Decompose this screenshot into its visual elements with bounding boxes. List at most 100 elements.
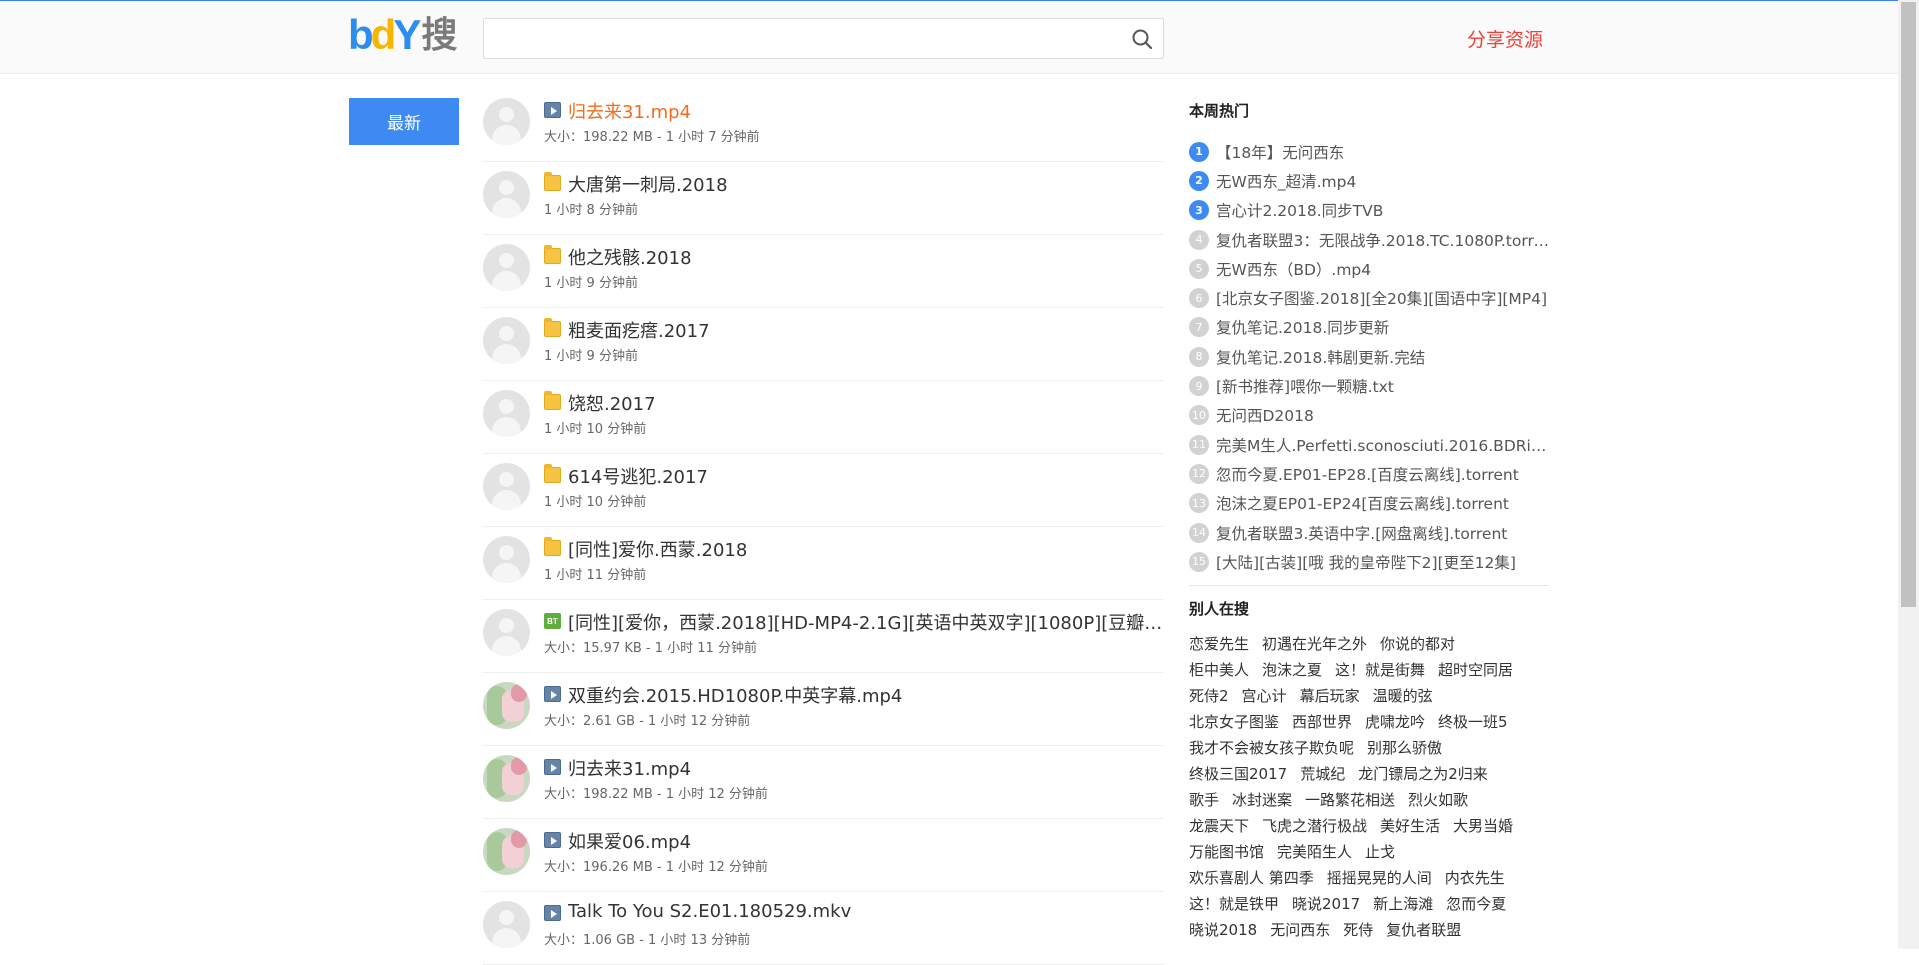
hot-item[interactable]: 14 复仇者联盟3.英语中字.[网盘离线].torrent: [1189, 518, 1549, 547]
search-tag-link[interactable]: 北京女子图鉴: [1189, 711, 1279, 732]
hot-item[interactable]: 12 忽而今夏.EP01-EP28.[百度云离线].torrent: [1189, 459, 1549, 488]
hot-item-link[interactable]: 复仇者联盟3.英语中字.[网盘离线].torrent: [1216, 522, 1549, 544]
search-tag-link[interactable]: 这！就是铁甲: [1189, 893, 1279, 914]
search-tag-link[interactable]: 死侍: [1343, 919, 1373, 940]
search-tag-link[interactable]: 复仇者联盟: [1386, 919, 1461, 940]
search-tag-link[interactable]: 泡沫之夏: [1262, 659, 1322, 680]
search-tag-link[interactable]: 烈火如歌: [1408, 789, 1468, 810]
search-tag-link[interactable]: 晓说2017: [1292, 893, 1360, 914]
list-item[interactable]: 饶恕.2017 1 小时 10 分钟前: [483, 381, 1164, 454]
search-tag-link[interactable]: 歌手: [1189, 789, 1219, 810]
scrollbar-thumb[interactable]: [1901, 2, 1916, 607]
search-tag-link[interactable]: 新上海滩: [1373, 893, 1433, 914]
hot-item-link[interactable]: [大陆][古装][哦 我的皇帝陛下2][更至12集]: [1216, 551, 1549, 573]
search-tag-link[interactable]: 冰封迷案: [1232, 789, 1292, 810]
file-title-link[interactable]: 归去来31.mp4: [568, 98, 1164, 124]
latest-button[interactable]: 最新: [349, 98, 459, 145]
search-tag-link[interactable]: 终极三国2017: [1189, 763, 1287, 784]
hot-item-link[interactable]: 无W西东（BD）.mp4: [1216, 258, 1549, 280]
list-item[interactable]: 大唐第一刺局.2018 1 小时 8 分钟前: [483, 162, 1164, 235]
hot-item-link[interactable]: 复仇笔记.2018.韩剧更新.完结: [1216, 346, 1549, 368]
list-item[interactable]: 归去来31.mp4 大小：198.22 MB - 1 小时 12 分钟前: [483, 746, 1164, 819]
search-tag-link[interactable]: 这！就是街舞: [1335, 659, 1425, 680]
search-tag-link[interactable]: 大男当婚: [1453, 815, 1513, 836]
list-item[interactable]: 粗麦面疙瘩.2017 1 小时 9 分钟前: [483, 308, 1164, 381]
file-title-link[interactable]: 614号逃犯.2017: [568, 463, 1164, 489]
hot-item-link[interactable]: [新书推荐]喂你一颗糖.txt: [1216, 375, 1549, 397]
file-title-link[interactable]: [同性][爱你，西蒙.2018][HD-MP4-2.1G][英语中英双字][10…: [568, 609, 1164, 635]
list-item[interactable]: 双重约会.2015.HD1080P.中英字幕.mp4 大小：2.61 GB - 1…: [483, 673, 1164, 746]
search-tag-link[interactable]: 止戈: [1365, 841, 1395, 862]
file-title-link[interactable]: 双重约会.2015.HD1080P.中英字幕.mp4: [568, 682, 1164, 708]
search-tag-link[interactable]: 温暖的弦: [1373, 685, 1433, 706]
file-title-link[interactable]: 饶恕.2017: [568, 390, 1164, 416]
search-tag-link[interactable]: 幕后玩家: [1300, 685, 1360, 706]
hot-item-link[interactable]: 复仇笔记.2018.同步更新: [1216, 316, 1549, 338]
hot-item[interactable]: 6 [北京女子图鉴.2018][全20集][国语中字][MP4]: [1189, 283, 1549, 312]
list-item[interactable]: Talk To You S2.E01.180529.mkv 大小：1.06 GB …: [483, 892, 1164, 965]
search-tag-link[interactable]: 西部世界: [1292, 711, 1352, 732]
hot-item[interactable]: 7 复仇笔记.2018.同步更新: [1189, 313, 1549, 342]
search-tag-link[interactable]: 虎啸龙吟: [1365, 711, 1425, 732]
hot-item-link[interactable]: 无W西东_超清.mp4: [1216, 170, 1549, 192]
file-title-link[interactable]: 大唐第一刺局.2018: [568, 171, 1164, 197]
search-tag-link[interactable]: 忽而今夏: [1446, 893, 1506, 914]
search-tag-link[interactable]: 美好生活: [1380, 815, 1440, 836]
search-tag-link[interactable]: 柜中美人: [1189, 659, 1249, 680]
search-tag-link[interactable]: 摇摇晃晃的人间: [1327, 867, 1432, 888]
file-title-link[interactable]: Talk To You S2.E01.180529.mkv: [568, 901, 1164, 922]
file-title-link[interactable]: 归去来31.mp4: [568, 755, 1164, 781]
search-tag-link[interactable]: 恋爱先生: [1189, 633, 1249, 654]
file-title-link[interactable]: 如果爱06.mp4: [568, 828, 1164, 854]
hot-item[interactable]: 2 无W西东_超清.mp4: [1189, 166, 1549, 195]
search-input[interactable]: [484, 19, 1104, 58]
hot-item-link[interactable]: 【18年】无问西东: [1216, 141, 1549, 163]
search-tag-link[interactable]: 内衣先生: [1445, 867, 1505, 888]
list-item[interactable]: [同性]爱你.西蒙.2018 1 小时 11 分钟前: [483, 527, 1164, 600]
hot-item[interactable]: 9 [新书推荐]喂你一颗糖.txt: [1189, 371, 1549, 400]
hot-item-link[interactable]: 忽而今夏.EP01-EP28.[百度云离线].torrent: [1216, 463, 1549, 485]
search-tag-link[interactable]: 欢乐喜剧人 第四季: [1189, 867, 1314, 888]
file-title-link[interactable]: 粗麦面疙瘩.2017: [568, 317, 1164, 343]
search-tag-link[interactable]: 一路繁花相送: [1305, 789, 1395, 810]
search-tag-link[interactable]: 万能图书馆: [1189, 841, 1264, 862]
hot-item-link[interactable]: 完美M生人.Perfetti.sconosciuti.2016.BDRip.mp…: [1216, 434, 1549, 456]
search-tag-link[interactable]: 无问西东: [1270, 919, 1330, 940]
search-icon[interactable]: [1131, 28, 1153, 50]
list-item[interactable]: 他之残骸.2018 1 小时 9 分钟前: [483, 235, 1164, 308]
search-tag-link[interactable]: 终极一班5: [1438, 711, 1508, 732]
list-item[interactable]: BT [同性][爱你，西蒙.2018][HD-MP4-2.1G][英语中英双字][…: [483, 600, 1164, 673]
file-title-link[interactable]: [同性]爱你.西蒙.2018: [568, 536, 1164, 562]
search-tag-link[interactable]: 死侍2: [1189, 685, 1229, 706]
hot-item[interactable]: 10 无问西D2018: [1189, 401, 1549, 430]
search-tag-link[interactable]: 超时空同居: [1438, 659, 1513, 680]
hot-item-link[interactable]: 宫心计2.2018.同步TVB: [1216, 199, 1549, 221]
list-item[interactable]: 614号逃犯.2017 1 小时 10 分钟前: [483, 454, 1164, 527]
search-tag-link[interactable]: 飞虎之潜行极战: [1262, 815, 1367, 836]
list-item[interactable]: 归去来31.mp4 大小：198.22 MB - 1 小时 7 分钟前: [483, 89, 1164, 162]
hot-item-link[interactable]: 泡沫之夏EP01-EP24[百度云离线].torrent: [1216, 492, 1549, 514]
hot-item-link[interactable]: [北京女子图鉴.2018][全20集][国语中字][MP4]: [1216, 287, 1549, 309]
hot-item[interactable]: 3 宫心计2.2018.同步TVB: [1189, 196, 1549, 225]
hot-item[interactable]: 15 [大陆][古装][哦 我的皇帝陛下2][更至12集]: [1189, 547, 1549, 576]
hot-item[interactable]: 4 复仇者联盟3：无限战争.2018.TC.1080P.torrent: [1189, 225, 1549, 254]
search-tag-link[interactable]: 我才不会被女孩子欺负呢: [1189, 737, 1354, 758]
search-tag-link[interactable]: 完美陌生人: [1277, 841, 1352, 862]
search-tag-link[interactable]: 初遇在光年之外: [1262, 633, 1367, 654]
hot-item[interactable]: 11 完美M生人.Perfetti.sconosciuti.2016.BDRip.…: [1189, 430, 1549, 459]
search-tag-link[interactable]: 龙震天下: [1189, 815, 1249, 836]
hot-item[interactable]: 13 泡沫之夏EP01-EP24[百度云离线].torrent: [1189, 489, 1549, 518]
search-tag-link[interactable]: 宫心计: [1242, 685, 1287, 706]
share-resource-link[interactable]: 分享资源: [1467, 25, 1543, 52]
hot-item[interactable]: 5 无W西东（BD）.mp4: [1189, 254, 1549, 283]
site-logo[interactable]: b d Y 搜: [348, 14, 457, 56]
search-tag-link[interactable]: 晓说2018: [1189, 919, 1257, 940]
search-tag-link[interactable]: 别那么骄傲: [1367, 737, 1442, 758]
hot-item-link[interactable]: 无问西D2018: [1216, 404, 1549, 426]
file-title-link[interactable]: 他之残骸.2018: [568, 244, 1164, 270]
search-tag-link[interactable]: 龙门镖局之为2归来: [1358, 763, 1488, 784]
hot-item[interactable]: 1 【18年】无问西东: [1189, 137, 1549, 166]
list-item[interactable]: 如果爱06.mp4 大小：196.26 MB - 1 小时 12 分钟前: [483, 819, 1164, 892]
hot-item-link[interactable]: 复仇者联盟3：无限战争.2018.TC.1080P.torrent: [1216, 229, 1549, 251]
search-tag-link[interactable]: 荒城纪: [1300, 763, 1345, 784]
